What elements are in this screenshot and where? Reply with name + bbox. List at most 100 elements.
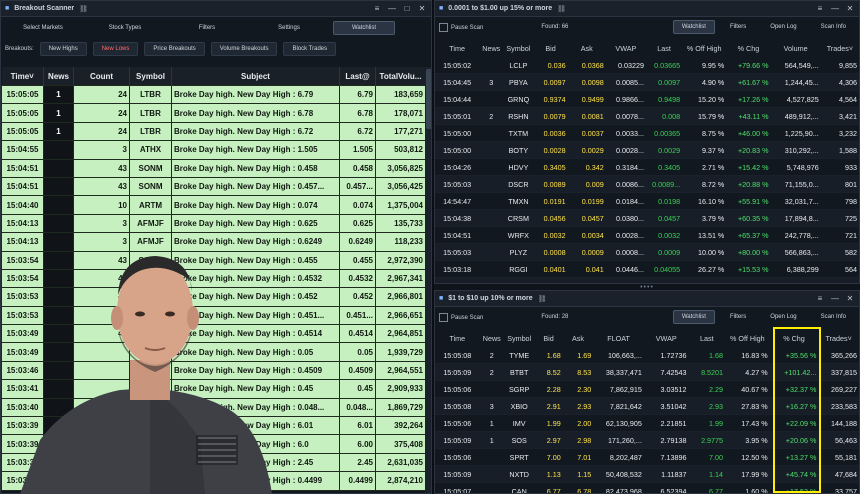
table-row[interactable]: 15:05:09 NXTD 1.13 1.15 50,408,532 1.11837 1.1… — [435, 465, 859, 483]
col-time[interactable]: Time — [435, 329, 480, 347]
filters-button[interactable]: Filters — [721, 20, 755, 34]
col-last[interactable]: Last — [688, 329, 726, 347]
table-row[interactable]: 15:04:13 3 AFMJF Broke Day high. New Day Hi… — [1, 213, 425, 234]
col-symbol[interactable]: Symbol — [129, 67, 172, 86]
watchlist-button[interactable]: Watchlist — [672, 310, 715, 324]
col-news[interactable]: News — [43, 67, 74, 86]
col-chg[interactable]: % Chg — [726, 39, 771, 57]
col-volume[interactable]: Volume — [770, 39, 821, 57]
watchlist-button[interactable]: Watchlist — [672, 20, 715, 34]
table-row[interactable]: 15:05:03 PLYZ 0.0008 0.0009 0.0008... 0.0009 1… — [435, 243, 859, 261]
link-icon[interactable]: ⛓ — [538, 295, 547, 303]
checkbox-icon[interactable] — [439, 312, 448, 322]
minimize-icon[interactable]: — — [830, 4, 840, 13]
col-chg[interactable]: % Chg — [769, 329, 819, 347]
table-row[interactable]: 15:05:00 TXTM 0.0036 0.0037 0.0033... 0.00365… — [435, 124, 859, 142]
minimize-icon[interactable]: — — [387, 4, 397, 13]
table-row[interactable]: 15:04:38 CRSM 0.0456 0.0457 0.0380... 0.0457 3… — [435, 209, 859, 227]
table-row[interactable]: 15:05:06 SGRP 2.28 2.30 7,862,915 3.03512 2.29… — [435, 380, 859, 398]
close-icon[interactable]: ✕ — [845, 294, 855, 303]
menu-icon[interactable]: ≡ — [372, 4, 382, 13]
filters-button[interactable]: Filters — [721, 310, 755, 324]
open-log-button[interactable]: Open Log — [761, 310, 805, 324]
cell: 0.0198 — [645, 192, 683, 210]
table-row[interactable]: 15:05:05 1 24 LTBR Broke Day high. New Day H… — [1, 103, 425, 123]
table-row[interactable]: 15:04:45 3 PBYA 0.0097 0.0098 0.0085... 0.0097… — [435, 73, 859, 91]
tab-stock-types[interactable]: Stock Types — [87, 21, 163, 35]
new-highs-button[interactable]: New Highs — [39, 42, 87, 56]
pause-scan-checkbox[interactable]: Pause Scan — [439, 22, 483, 32]
table-row[interactable]: 15:04:51 43 SONM Broke Day high. New Day Hi… — [1, 176, 425, 197]
col-last[interactable]: Last — [645, 39, 683, 57]
maximize-icon[interactable]: □ — [402, 4, 412, 13]
col-ask[interactable]: Ask — [567, 39, 606, 57]
tab-watchlist[interactable]: Watchlist — [333, 21, 395, 35]
col-trades[interactable]: Trades˅ — [818, 329, 859, 347]
scan-info-button[interactable]: Scan Info — [812, 310, 855, 324]
col-float[interactable]: FLOAT — [593, 329, 644, 347]
table-row[interactable]: 15:04:51 WRFX 0.0032 0.0034 0.0028... 0.0032 1… — [435, 226, 859, 244]
col-vwap[interactable]: VWAP — [605, 39, 646, 57]
col-symbol[interactable]: Symbol — [503, 329, 535, 347]
col-last[interactable]: Last@ — [339, 67, 376, 86]
table-row[interactable]: 15:05:09 2 BTBT 8.52 8.53 38,337,471 7.42543 8.… — [435, 363, 859, 381]
col-bid[interactable]: Bid — [533, 39, 568, 57]
col-off-high[interactable]: % Off High — [682, 39, 727, 57]
table-row[interactable]: 15:05:02 LCLP 0.036 0.0368 0.03229 0.03665 9.9… — [435, 57, 859, 74]
cell-subject: Broke Day high. New Day High : 6.79 — [171, 84, 340, 105]
table-row[interactable]: 15:04:55 3 ATHX Broke Day high. New Day Hig… — [1, 140, 425, 160]
col-news[interactable]: News — [479, 39, 504, 57]
close-icon[interactable]: ✕ — [417, 4, 427, 13]
table-row[interactable]: 15:05:05 1 24 LTBR Broke Day high. New Day H… — [1, 121, 425, 142]
col-symbol[interactable]: Symbol — [503, 39, 534, 57]
link-icon[interactable]: ⛓ — [557, 5, 566, 13]
col-news[interactable]: News — [479, 329, 504, 347]
minimize-icon[interactable]: — — [830, 294, 840, 303]
col-count[interactable]: Count — [73, 67, 130, 86]
table-row[interactable]: 15:04:40 10 ARTM Broke Day high. New Day Hi… — [1, 195, 425, 215]
tab-settings[interactable]: Settings — [251, 21, 327, 35]
table-row[interactable]: 15:05:09 1 SOS 2.97 2.98 171,260,... 2.79138 2.… — [435, 431, 859, 449]
table-row[interactable]: 15:05:06 SPRT 7.00 7.01 8,202,487 7.13896 7.00… — [435, 448, 859, 466]
scan-info-button[interactable]: Scan Info — [812, 20, 855, 34]
table-row[interactable]: 15:05:08 3 XBIO 2.91 2.93 7,821,642 3.51042 2.9… — [435, 397, 859, 415]
menu-icon[interactable]: ≡ — [815, 4, 825, 13]
pause-scan-checkbox[interactable]: Pause Scan — [439, 312, 483, 322]
col-bid[interactable]: Bid — [534, 329, 563, 347]
volume-breakouts-button[interactable]: Volume Breakouts — [210, 42, 278, 56]
table-row[interactable]: 15:05:03 DSCR 0.0089 0.009 0.0086... 0.0089..… — [435, 175, 859, 193]
link-icon[interactable]: ⛓ — [79, 5, 88, 13]
table-row[interactable]: 15:04:26 HDVY 0.3405 0.342 0.3184... 0.3405 2.… — [435, 158, 859, 176]
table-row[interactable]: 15:05:00 BOTY 0.0028 0.0029 0.0028... 0.0029 9… — [435, 141, 859, 159]
cell: 7.42543 — [643, 363, 689, 381]
col-time[interactable]: Time˅ — [1, 67, 44, 86]
table-row[interactable]: 15:05:08 2 TYME 1.68 1.69 106,663,... 1.72736 1… — [435, 347, 859, 364]
close-icon[interactable]: ✕ — [845, 4, 855, 13]
col-ask[interactable]: Ask — [562, 329, 594, 347]
checkbox-icon[interactable] — [439, 22, 448, 32]
table-row[interactable]: 15:05:05 1 24 LTBR Broke Day high. New Day H… — [1, 84, 425, 105]
col-time[interactable]: Time — [435, 39, 480, 57]
scroll-thumb[interactable] — [426, 69, 431, 129]
block-trades-button[interactable]: Block Trades — [283, 42, 337, 56]
table-row[interactable]: 14:54:47 TMXN 0.0191 0.0199 0.0184... 0.0198 1… — [435, 192, 859, 210]
col-total-volume[interactable]: TotalVolu... — [375, 67, 425, 86]
table-row[interactable]: 15:05:07 CAN 6.77 6.78 82,473,968 6.52394 6.77… — [435, 482, 859, 493]
new-lows-button[interactable]: New Lows — [92, 42, 139, 56]
open-log-button[interactable]: Open Log — [761, 20, 805, 34]
table-row[interactable]: 15:03:18 RGGI 0.0401 0.041 0.0446... 0.04055 2… — [435, 260, 859, 278]
tab-filters[interactable]: Filters — [169, 21, 245, 35]
menu-icon[interactable]: ≡ — [815, 294, 825, 303]
cell-last: 0.625 — [339, 213, 376, 234]
col-subject[interactable]: Subject — [171, 67, 340, 86]
price-breakouts-button[interactable]: Price Breakouts — [144, 42, 205, 56]
col-vwap[interactable]: VWAP — [643, 329, 689, 347]
table-row[interactable]: 15:04:51 43 SONM Broke Day high. New Day Hi… — [1, 158, 425, 178]
breakout-scrollbar[interactable] — [425, 67, 431, 493]
table-row[interactable]: 15:04:44 GRNQ 0.9374 0.9499 0.9866... 0.9498 1… — [435, 90, 859, 108]
tab-select-markets[interactable]: Select Markets — [5, 21, 81, 35]
col-trades[interactable]: Trades˅ — [820, 39, 859, 57]
table-row[interactable]: 15:05:01 2 RSHN 0.0079 0.0081 0.0078... 0.008 1… — [435, 107, 859, 125]
table-row[interactable]: 15:05:06 1 IMV 1.99 2.00 62,130,905 2.21851 1.9… — [435, 414, 859, 432]
col-off-high[interactable]: % Off High — [725, 329, 770, 347]
